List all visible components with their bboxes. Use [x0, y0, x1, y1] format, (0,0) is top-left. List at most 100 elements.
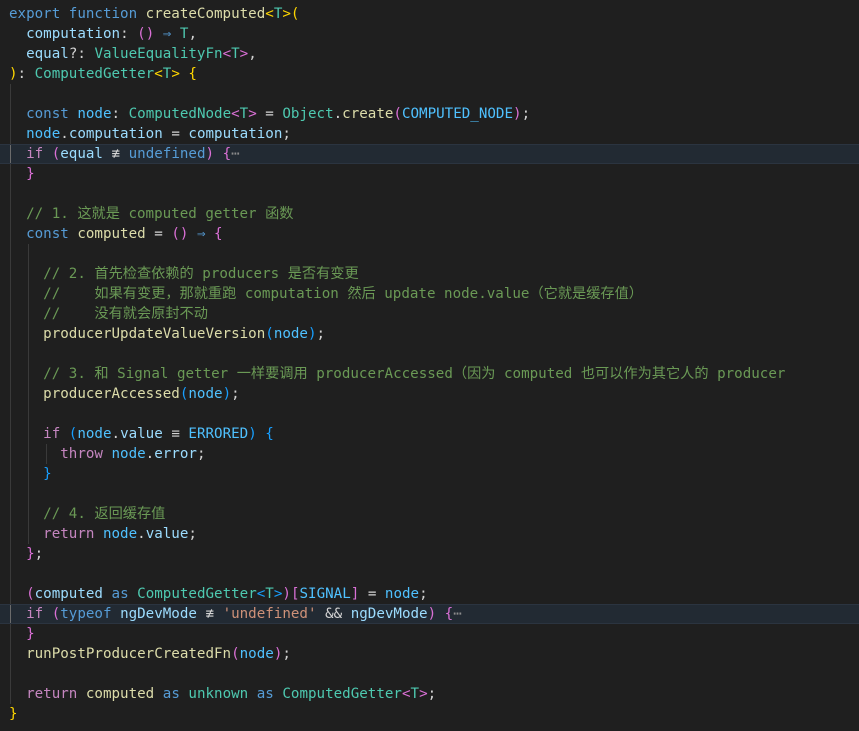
code-line[interactable]: } [0, 164, 859, 184]
code-line[interactable]: export function createComputed<T>( [0, 4, 859, 24]
folded-region-ellipsis[interactable]: ⋯ [231, 146, 240, 162]
code-line[interactable] [0, 344, 859, 364]
code-token: equal [26, 46, 69, 62]
code-token: return [43, 526, 103, 542]
code-token: { [265, 426, 274, 442]
code-token: // 2. 首先检查依赖的 producers 是否有变更 [43, 266, 359, 282]
code-line[interactable]: const computed = () ⇒ { [0, 224, 859, 244]
code-line[interactable]: if (equal ≢ undefined) {⋯ [0, 144, 859, 164]
code-line[interactable]: } [0, 704, 859, 724]
indent-guide [28, 304, 29, 324]
code-line[interactable]: // 2. 首先检查依赖的 producers 是否有变更 [0, 264, 859, 284]
code-line[interactable]: computation: () ⇒ T, [0, 24, 859, 44]
code-token: ) [427, 606, 437, 622]
code-line[interactable]: producerUpdateValueVersion(node); [0, 324, 859, 344]
code-token: ; [282, 126, 291, 142]
code-token: = [162, 126, 189, 142]
code-token: const [26, 226, 78, 242]
code-token: computed [77, 226, 146, 242]
code-token: ) [248, 426, 257, 442]
code-line[interactable]: return node.value; [0, 524, 859, 544]
code-line[interactable]: producerAccessed(node); [0, 384, 859, 404]
code-line[interactable] [0, 184, 859, 204]
code-token: // 没有就会原封不动 [43, 306, 208, 322]
code-token: ) [282, 586, 291, 602]
code-token: // 3. 和 Signal getter 一样要调用 producerAcce… [43, 366, 786, 382]
code-line[interactable]: // 4. 返回缓存值 [0, 504, 859, 524]
code-line[interactable]: throw node.error; [0, 444, 859, 464]
code-line[interactable]: equal?: ValueEqualityFn<T>, [0, 44, 859, 64]
code-token: const [26, 106, 78, 122]
code-token: ?: [68, 46, 95, 62]
code-token: ≢ [102, 146, 129, 162]
indent-guide [10, 124, 11, 144]
code-line[interactable] [0, 244, 859, 264]
code-token: ) [9, 66, 18, 82]
code-token: function [68, 6, 146, 22]
indent-guide [10, 324, 11, 344]
code-token: , [248, 46, 257, 62]
code-token: ERRORED [188, 426, 249, 442]
code-token: ; [419, 586, 428, 602]
code-line[interactable]: } [0, 464, 859, 484]
code-line[interactable]: return computed as unknown as ComputedGe… [0, 684, 859, 704]
code-line[interactable] [0, 404, 859, 424]
code-line[interactable]: // 如果有变更，那就重跑 computation 然后 update node… [0, 284, 859, 304]
indent-guide [10, 524, 11, 544]
code-editor[interactable]: export function createComputed<T>( compu… [0, 4, 859, 724]
code-token: 'undefined' [222, 606, 317, 622]
code-token: error [154, 446, 197, 462]
code-line[interactable]: // 3. 和 Signal getter 一样要调用 producerAcce… [0, 364, 859, 384]
code-token: // 如果有变更，那就重跑 computation 然后 update node… [43, 286, 643, 302]
code-token: create [342, 106, 394, 122]
code-line[interactable] [0, 664, 859, 684]
code-token: ] [350, 586, 360, 602]
code-token: ComputedGetter [137, 586, 257, 602]
code-line[interactable] [0, 564, 859, 584]
indent-guide [28, 424, 29, 444]
code-token: value [120, 426, 163, 442]
indent-guide [28, 264, 29, 284]
code-line[interactable]: }; [0, 544, 859, 564]
code-line[interactable]: ): ComputedGetter<T> { [0, 64, 859, 84]
code-token: { [222, 146, 232, 162]
code-line[interactable]: const node: ComputedNode<T> = Object.cre… [0, 104, 859, 124]
code-token: { [214, 226, 223, 242]
code-token: () [171, 226, 189, 242]
code-line[interactable] [0, 84, 859, 104]
code-token: ⇒ [196, 226, 206, 242]
indent-guide [28, 324, 29, 344]
code-line[interactable]: node.computation = computation; [0, 124, 859, 144]
code-line[interactable]: runPostProducerCreatedFn(node); [0, 644, 859, 664]
code-token: export [9, 6, 69, 22]
code-token: Object [282, 106, 334, 122]
code-line[interactable]: if (typeof ngDevMode ≢ 'undefined' && ng… [0, 604, 859, 624]
code-token: : [17, 66, 35, 82]
code-token: ComputedGetter [282, 686, 402, 702]
indent-guide [10, 384, 11, 404]
code-line[interactable]: // 1. 这就是 computed getter 函数 [0, 204, 859, 224]
code-line[interactable]: } [0, 624, 859, 644]
indent-guide [10, 605, 11, 623]
code-token: > [171, 66, 180, 82]
indent-guide [28, 484, 29, 504]
code-token: } [9, 706, 18, 722]
code-token: ≡ [162, 426, 189, 442]
code-line[interactable]: if (node.value ≡ ERRORED) { [0, 424, 859, 444]
code-line[interactable]: (computed as ComputedGetter<T>)[SIGNAL] … [0, 584, 859, 604]
code-line[interactable]: // 没有就会原封不动 [0, 304, 859, 324]
indent-guide [10, 584, 11, 604]
code-line[interactable] [0, 484, 859, 504]
folded-region-ellipsis[interactable]: ⋯ [453, 606, 462, 622]
code-token: ; [427, 686, 437, 702]
indent-guide [46, 444, 47, 464]
